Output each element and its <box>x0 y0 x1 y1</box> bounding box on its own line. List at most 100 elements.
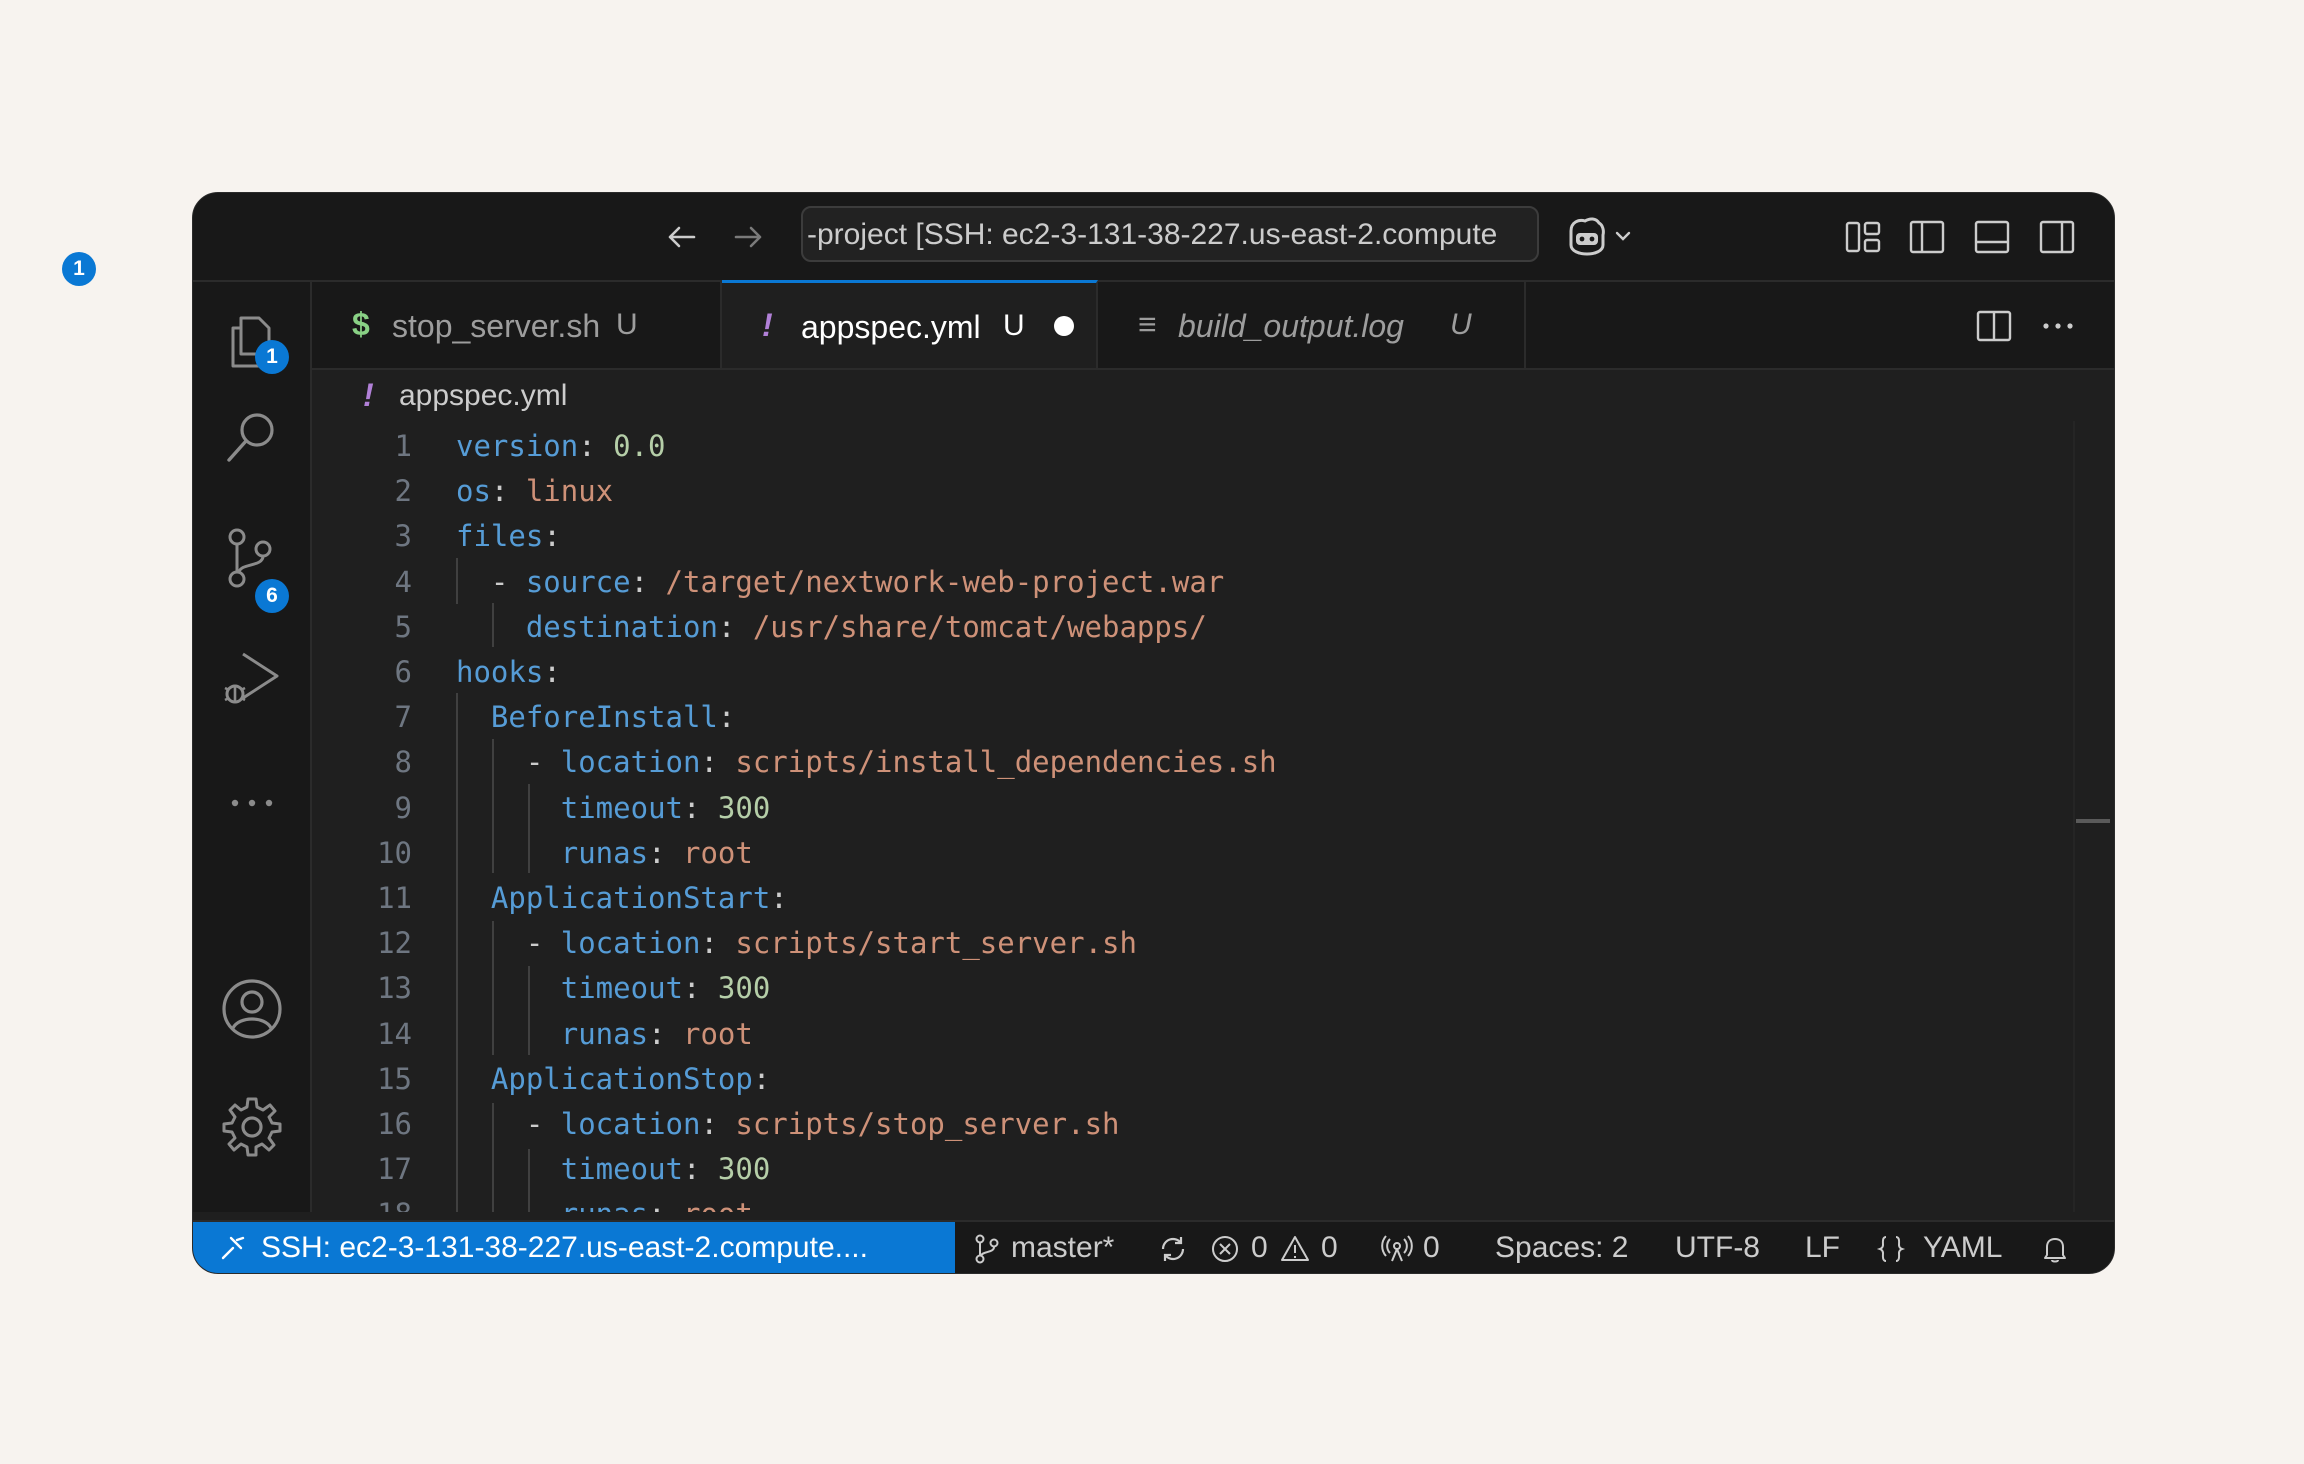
code-line[interactable]: 1 version: 0.0 <box>312 429 2114 474</box>
encoding-setting[interactable]: UTF-8 <box>1675 1231 1760 1265</box>
tab-stop-server[interactable]: $ stop_server.sh U <box>312 282 722 368</box>
yaml-key: runas <box>560 835 649 870</box>
tab-label: build_output.log <box>1178 308 1404 344</box>
yaml-colon: : <box>717 609 753 644</box>
code-line[interactable]: 4 - source: /target/nextwork-web-project… <box>312 565 2114 610</box>
command-center-text: -project [SSH: ec2-3-131-38-227.us-east-… <box>807 218 1498 251</box>
code-line[interactable]: 15 ApplicationStop: <box>312 1062 2114 1107</box>
line-number: 3 <box>394 519 412 554</box>
git-branch[interactable]: master* <box>1011 1231 1114 1265</box>
source-control-badge: 6 <box>255 579 289 613</box>
more-actions-icon[interactable] <box>2038 306 2078 346</box>
yaml-key: runas <box>560 1016 649 1051</box>
notifications-bell-icon[interactable] <box>2039 1233 2071 1265</box>
run-and-debug-icon[interactable] <box>219 646 285 712</box>
search-icon[interactable] <box>219 404 285 470</box>
code-line[interactable]: 16 - location: scripts/stop_server.sh <box>312 1107 2114 1152</box>
split-editor-icon[interactable] <box>1974 306 2014 346</box>
code-line[interactable]: 9 timeout: 300 <box>312 791 2114 836</box>
ports-broadcast-icon[interactable] <box>1381 1233 1413 1265</box>
code-line[interactable]: 7 BeforeInstall: <box>312 700 2114 745</box>
line-number: 12 <box>377 926 412 961</box>
code-line[interactable]: 12 - location: scripts/start_server.sh <box>312 926 2114 971</box>
code-line[interactable]: 11 ApplicationStart: <box>312 881 2114 926</box>
scrollbar[interactable] <box>2073 421 2075 1212</box>
customize-layout-icon[interactable] <box>1843 217 1883 257</box>
code-indent: - <box>456 745 561 780</box>
yaml-colon: : <box>770 881 788 915</box>
toggle-secondary-sidebar-icon[interactable] <box>2037 217 2077 257</box>
line-number: 15 <box>377 1061 412 1096</box>
remote-label: SSH: ec2-3-131-38-227.us-east-2.compute.… <box>261 1231 868 1264</box>
indent-guide <box>528 784 530 873</box>
yaml-key: version <box>456 429 579 463</box>
code-line[interactable]: 2 os: linux <box>312 474 2114 519</box>
breadcrumb-file[interactable]: appspec.yml <box>399 379 567 413</box>
yaml-value: root <box>683 1016 753 1051</box>
settings-gear-icon[interactable] <box>219 1094 285 1160</box>
code-line[interactable]: 13 timeout: 300 <box>312 971 2114 1016</box>
code-editor[interactable]: 1 version: 0.0 2 os: linux 3 files: 4 - source… <box>312 421 2114 1212</box>
back-arrow-icon[interactable] <box>664 219 700 255</box>
yaml-colon: : <box>717 700 736 735</box>
tab-appspec[interactable]: ! appspec.yml U <box>722 280 1098 368</box>
yaml-colon: : <box>682 1152 718 1187</box>
yaml-key: files <box>456 519 544 554</box>
code-text: ApplicationStart: <box>456 881 788 915</box>
code-line[interactable]: 18 runas: root <box>312 1197 2114 1212</box>
account-icon[interactable] <box>219 976 285 1042</box>
line-number: 18 <box>312 1197 412 1212</box>
code-indent: - <box>456 1107 561 1141</box>
error-count[interactable]: 0 <box>1251 1231 1268 1265</box>
untracked-marker: U <box>1003 309 1025 342</box>
code-text: BeforeInstall: <box>456 700 735 734</box>
code-text: timeout: 300 <box>456 791 771 825</box>
yaml-colon: : <box>543 519 561 554</box>
error-icon[interactable] <box>1209 1233 1241 1265</box>
warning-icon[interactable] <box>1279 1233 1311 1265</box>
yaml-colon: : <box>700 745 736 780</box>
untracked-marker: U <box>616 308 638 341</box>
forward-arrow-icon[interactable] <box>730 219 766 255</box>
yaml-colon: : <box>682 971 718 1006</box>
code-line[interactable]: 10 runas: root <box>312 836 2114 881</box>
toggle-primary-sidebar-icon[interactable] <box>1907 217 1947 257</box>
more-icon[interactable] <box>219 770 285 836</box>
command-center[interactable]: -project [SSH: ec2-3-131-38-227.us-east-… <box>801 206 1539 262</box>
indent-guide <box>456 693 458 1212</box>
ports-count[interactable]: 0 <box>1423 1231 1440 1265</box>
git-branch-icon[interactable] <box>971 1233 1003 1265</box>
code-line[interactable]: 14 runas: root <box>312 1017 2114 1062</box>
sync-icon[interactable] <box>1157 1233 1189 1265</box>
yaml-key: destination <box>525 609 718 644</box>
yaml-key: ApplicationStop <box>490 1061 753 1096</box>
code-indent: - <box>456 564 526 599</box>
yaml-colon: : <box>648 1197 683 1212</box>
unsaved-dot-icon[interactable] <box>1054 316 1074 336</box>
tab-build-output[interactable]: ≡ build_output.log U <box>1098 282 1526 368</box>
yaml-value: scripts/stop_server.sh <box>735 1107 1120 1141</box>
remote-indicator[interactable]: SSH: ec2-3-131-38-227.us-east-2.compute.… <box>193 1222 955 1273</box>
eol-setting[interactable]: LF <box>1805 1231 1840 1265</box>
code-line[interactable]: 8 - location: scripts/install_dependenci… <box>312 745 2114 790</box>
copilot-icon[interactable] <box>1563 215 1639 257</box>
toggle-panel-icon[interactable] <box>1972 217 2012 257</box>
warning-count[interactable]: 0 <box>1321 1231 1338 1265</box>
indentation-setting[interactable]: Spaces: 2 <box>1495 1231 1628 1265</box>
code-line[interactable]: 17 timeout: 300 <box>312 1152 2114 1197</box>
yaml-file-icon: ! <box>762 307 773 343</box>
language-mode[interactable]: YAML <box>1923 1231 2002 1265</box>
yaml-key: timeout <box>560 971 683 1006</box>
indent-guide <box>528 1149 530 1212</box>
code-line[interactable]: 3 files: <box>312 519 2114 564</box>
language-braces-icon[interactable] <box>1875 1233 1907 1265</box>
line-number: 16 <box>377 1107 412 1141</box>
scrollbar-cursor-marker <box>2076 819 2110 823</box>
code-line[interactable]: 6 hooks: <box>312 655 2114 700</box>
code-line[interactable]: 5 destination: /usr/share/tomcat/webapps… <box>312 610 2114 655</box>
